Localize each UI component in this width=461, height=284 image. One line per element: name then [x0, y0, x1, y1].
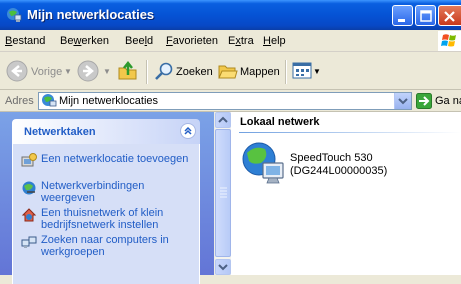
- menu-bewerken[interactable]: Bewerken: [60, 35, 109, 47]
- menu-label-post: tra: [240, 35, 254, 47]
- home-network-icon: [21, 208, 37, 222]
- address-value: Mijn netwerklocaties: [59, 95, 159, 107]
- group-divider: [239, 132, 461, 133]
- window-title: Mijn netwerklocaties: [27, 7, 155, 22]
- menu-bestand[interactable]: Bestand: [5, 35, 45, 47]
- menu-bar: Bestand Bewerken Beeld Favorieten Extra …: [0, 30, 461, 52]
- task-box-body: Een netwerklocatie toevoegen Netwerkverb…: [12, 144, 200, 284]
- scroll-up-button[interactable]: [215, 112, 231, 128]
- menu-label-post: erken: [81, 35, 109, 47]
- menu-label-post: estand: [12, 35, 46, 47]
- collapse-button[interactable]: [180, 123, 196, 139]
- address-bar: Adres Mijn netwerklocaties Ga naar: [0, 90, 461, 112]
- toolbar: Vorige ▼ ▼ Zoeken Mappen ▼: [0, 52, 461, 90]
- maximize-icon: [420, 10, 432, 22]
- network-places-icon: [7, 8, 22, 22]
- up-folder-icon[interactable]: [117, 60, 139, 82]
- go-arrow-icon[interactable]: [416, 93, 432, 109]
- scroll-down-button[interactable]: [215, 259, 231, 275]
- menu-label-pre: Be: [60, 35, 74, 47]
- chevron-down-icon: [398, 98, 408, 105]
- task-link-label: Een netwerklocatie toevoegen: [41, 153, 189, 165]
- task-box-title: Netwerktaken: [24, 126, 96, 138]
- network-connections-icon: [22, 181, 36, 195]
- search-icon[interactable]: [154, 61, 174, 81]
- menu-favorieten[interactable]: Favorieten: [166, 35, 218, 47]
- address-dropdown-button[interactable]: [394, 93, 411, 109]
- menu-beeld[interactable]: Beeld: [125, 35, 153, 47]
- close-button[interactable]: [438, 5, 461, 26]
- folders-icon[interactable]: [218, 61, 238, 81]
- grip-icon: [220, 187, 227, 198]
- back-button-label[interactable]: Vorige: [31, 66, 62, 78]
- toolbar-separator: [146, 60, 148, 84]
- task-link-label: Zoeken naar computers in werkgroepen: [41, 234, 169, 258]
- scroll-down-arrow-icon: [218, 264, 228, 271]
- file-view: Lokaal netwerk SpeedTouch 530 (DG244L000…: [231, 112, 461, 275]
- windows-logo-icon: [438, 31, 461, 51]
- menu-label-post: d: [147, 35, 154, 47]
- maximize-button[interactable]: [415, 5, 436, 26]
- task-find-workgroup-computers[interactable]: Zoeken naar computers in werkgroepen: [21, 234, 191, 260]
- network-device-name: SpeedTouch 530: [290, 152, 373, 164]
- group-header: Lokaal netwerk: [240, 116, 320, 128]
- address-input[interactable]: Mijn netwerklocaties: [38, 92, 412, 110]
- menu-accesskey: F: [166, 35, 173, 47]
- network-device-icon: [242, 142, 284, 184]
- views-dropdown-icon[interactable]: ▼: [313, 67, 321, 76]
- task-view-network-connections[interactable]: Netwerkverbindingen weergeven: [21, 180, 191, 206]
- toolbar-separator: [285, 60, 287, 84]
- menu-label-post: avorieten: [172, 35, 218, 47]
- task-link-label: Een thuisnetwerk of klein bedrijfsnetwer…: [41, 207, 164, 231]
- workgroup-icon: [21, 236, 37, 248]
- views-icon[interactable]: [292, 61, 312, 81]
- menu-label-pre: Bee: [125, 35, 145, 47]
- menu-accesskey: H: [263, 35, 271, 47]
- network-device-id: (DG244L00000035): [290, 165, 388, 177]
- title-bar[interactable]: Mijn netwerklocaties: [0, 0, 461, 30]
- task-setup-home-network[interactable]: Een thuisnetwerk of klein bedrijfsnetwer…: [21, 207, 191, 233]
- minimize-icon: [398, 19, 405, 22]
- task-add-network-place[interactable]: Een netwerklocatie toevoegen: [21, 153, 191, 179]
- forward-arrow-icon[interactable]: [77, 60, 99, 82]
- menu-extra[interactable]: Extra: [228, 35, 254, 47]
- menu-label-post: elp: [270, 35, 286, 47]
- scroll-thumb[interactable]: [215, 129, 231, 257]
- add-network-place-icon: [21, 153, 37, 167]
- close-icon: [444, 11, 455, 22]
- network-tasks-box: Netwerktaken Een netwerklocatie toevoege…: [12, 119, 200, 284]
- network-places-icon: [42, 94, 57, 107]
- task-pane: Netwerktaken Een netwerklocatie toevoege…: [0, 112, 214, 284]
- network-device-item[interactable]: SpeedTouch 530 (DG244L00000035): [241, 141, 451, 191]
- chevron-up-icon: [184, 126, 192, 135]
- back-dropdown-icon[interactable]: ▼: [64, 67, 72, 76]
- scroll-up-arrow-icon: [218, 116, 228, 123]
- task-link-label: Netwerkverbindingen weergeven: [41, 180, 145, 204]
- back-arrow-icon[interactable]: [6, 60, 28, 82]
- go-button-label[interactable]: Ga naar: [435, 95, 461, 107]
- address-label: Adres: [5, 95, 34, 107]
- folders-button-label[interactable]: Mappen: [240, 66, 280, 78]
- menu-help[interactable]: Help: [263, 35, 286, 47]
- forward-dropdown-icon[interactable]: ▼: [103, 67, 111, 76]
- minimize-button[interactable]: [392, 5, 413, 26]
- search-button-label[interactable]: Zoeken: [176, 66, 213, 78]
- task-box-header[interactable]: Netwerktaken: [12, 119, 200, 144]
- vertical-scrollbar[interactable]: [214, 112, 231, 275]
